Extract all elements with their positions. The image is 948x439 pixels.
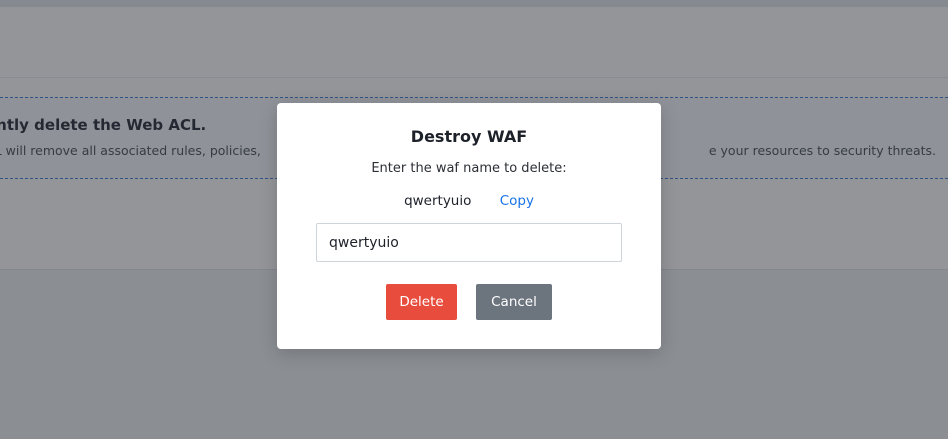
waf-name-label: qwertyuio (404, 193, 472, 209)
modal-prompt: Enter the waf name to delete: (371, 161, 567, 176)
waf-name-row: qwertyuio Copy (277, 193, 661, 209)
modal-title: Destroy WAF (410, 127, 528, 146)
delete-button[interactable]: Delete (386, 284, 457, 320)
destroy-waf-modal: Destroy WAF Enter the waf name to delete… (277, 103, 661, 349)
cancel-button[interactable]: Cancel (476, 284, 552, 320)
waf-name-input[interactable] (316, 223, 622, 262)
copy-link[interactable]: Copy (500, 193, 534, 209)
